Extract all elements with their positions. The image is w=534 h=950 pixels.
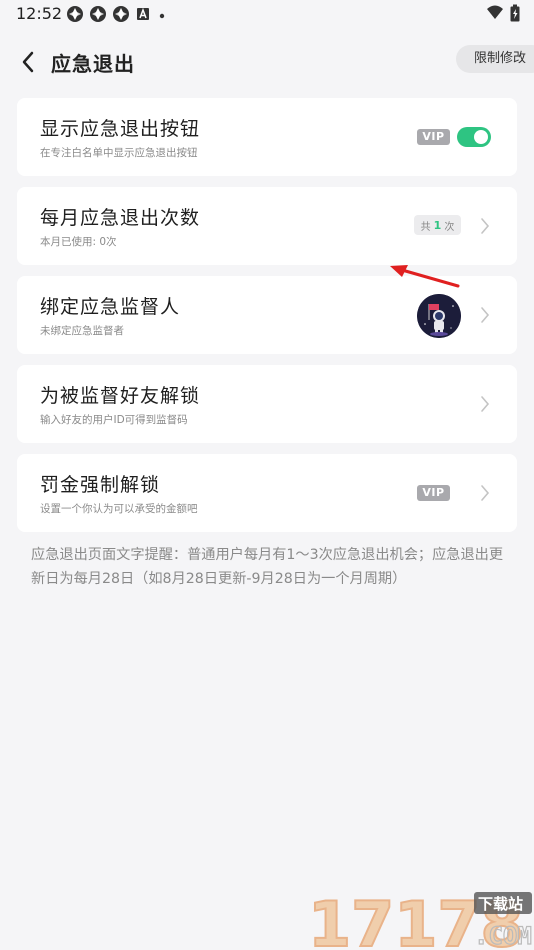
setting-title: 绑定应急监督人 — [40, 296, 181, 318]
info-note: 应急退出页面文字提醒：普通用户每月有1～3次应急退出机会；应急退出更新日为每月2… — [31, 547, 504, 587]
notification-icons — [66, 5, 168, 27]
setting-monthly-exit-count[interactable]: 每月应急退出次数 本月已使用: 0次 共 1 次 — [17, 187, 517, 265]
chevron-right-icon — [481, 396, 490, 412]
chevron-right-icon — [481, 218, 490, 234]
vip-badge: VIP — [417, 129, 450, 145]
setting-show-exit-button[interactable]: 显示应急退出按钮 在专注白名单中显示应急退出按钮 VIP — [17, 98, 517, 176]
setting-title: 显示应急退出按钮 — [40, 118, 201, 140]
setting-title: 罚金强制解锁 — [40, 474, 161, 496]
setting-subtitle: 输入好友的用户ID可得到监督码 — [40, 414, 188, 426]
a-notification-icon — [135, 6, 151, 26]
vip-badge: VIP — [417, 485, 450, 501]
setting-penalty-unlock[interactable]: 罚金强制解锁 设置一个你认为可以承受的金额吧 VIP — [17, 454, 517, 532]
chevron-left-icon — [22, 51, 34, 73]
supervisor-avatar — [417, 294, 461, 338]
count-value: 1 — [433, 218, 442, 232]
exit-count-badge: 共 1 次 — [414, 215, 461, 235]
setting-subtitle: 在专注白名单中显示应急退出按钮 — [40, 147, 198, 159]
app-notification-icon — [66, 5, 84, 27]
page-title: 应急退出 — [51, 52, 135, 76]
wifi-icon — [486, 5, 504, 25]
svg-text:下载站: 下载站 — [478, 895, 523, 913]
battery-icon — [510, 4, 520, 26]
chevron-right-icon — [481, 307, 490, 323]
app-notification-icon — [112, 5, 130, 27]
setting-subtitle: 未绑定应急监督者 — [40, 325, 124, 337]
system-icons — [486, 4, 520, 26]
svg-text:.COM: .COM — [474, 922, 532, 950]
dot-icon — [156, 7, 168, 26]
setting-title: 每月应急退出次数 — [40, 207, 201, 229]
back-button[interactable] — [14, 48, 42, 76]
count-prefix: 共 — [420, 221, 431, 233]
count-suffix: 次 — [444, 221, 455, 233]
setting-title: 为被监督好友解锁 — [40, 385, 201, 407]
setting-unlock-friend[interactable]: 为被监督好友解锁 输入好友的用户ID可得到监督码 — [17, 365, 517, 443]
limit-modify-button[interactable]: 限制修改 — [456, 45, 534, 73]
header: 应急退出 限制修改 — [0, 40, 534, 82]
setting-subtitle: 本月已使用: 0次 — [40, 236, 117, 248]
show-exit-toggle[interactable] — [457, 127, 491, 147]
app-notification-icon — [89, 5, 107, 27]
status-time: 12:52 — [16, 4, 63, 23]
annotation-arrow-icon — [390, 265, 460, 288]
chevron-right-icon — [481, 485, 490, 501]
status-bar: 12:52 — [0, 0, 534, 30]
setting-subtitle: 设置一个你认为可以承受的金额吧 — [40, 503, 198, 515]
watermark-logo: 17178 下载站 .COM — [307, 887, 534, 950]
